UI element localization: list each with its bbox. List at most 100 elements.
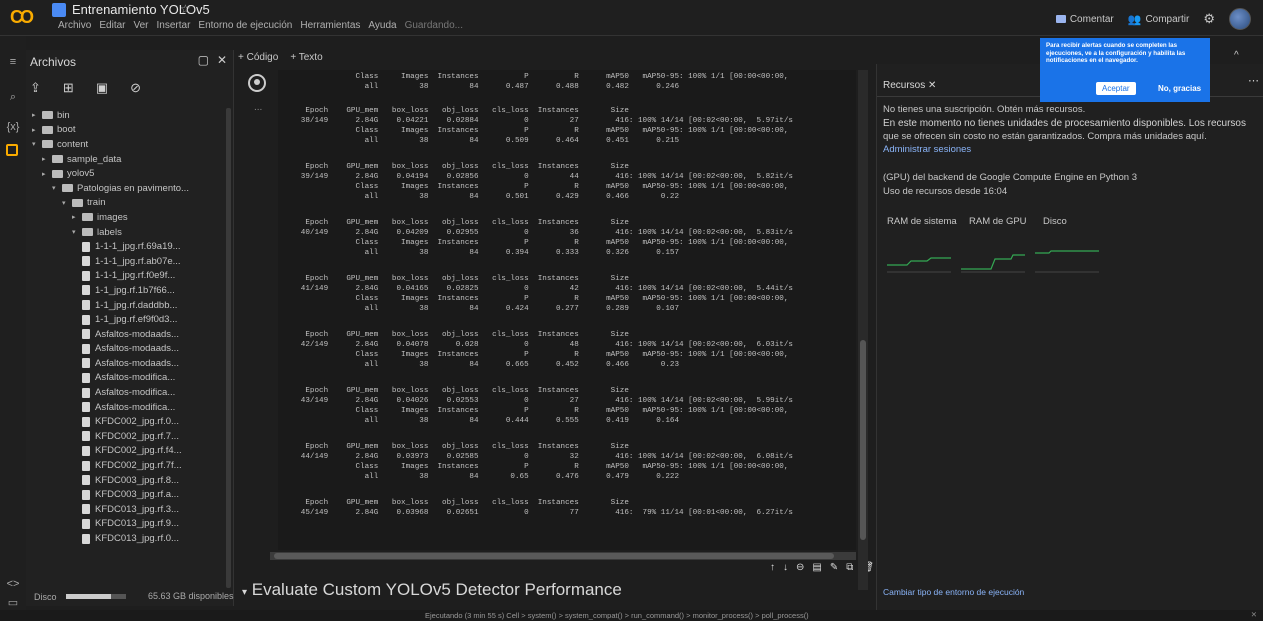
tree-file[interactable]: 1-1_jpg.rf.ef9f0d3... [26,312,226,327]
chevron-right-icon[interactable]: ▸ [42,155,50,163]
file-icon [82,329,90,340]
share-button[interactable]: 👥 Compartir [1128,13,1190,26]
code-snippets-icon[interactable]: <> [6,578,20,592]
chevron-down-icon[interactable]: ▾ [52,184,60,192]
tree-file[interactable]: Asfaltos-modaads... [26,327,226,342]
tree-file[interactable]: KFDC013_jpg.rf.9... [26,517,226,532]
execution-status: Ejecutando (3 min 55 s) Cell > system() … [425,611,809,620]
menu-item[interactable]: Herramientas [300,20,360,31]
menu-item[interactable]: Ver [133,20,148,31]
files-folder-icon[interactable] [6,144,18,156]
chevron-right-icon[interactable]: ▸ [32,126,40,134]
tree-file[interactable]: KFDC003_jpg.rf.8... [26,473,226,488]
backend-info: (GPU) del backend de Google Compute Engi… [883,172,1138,183]
menu-item[interactable]: Entorno de ejecución [198,20,292,31]
tree-folder[interactable]: ▾ train [26,196,226,211]
menu-item[interactable]: Archivo [58,20,91,31]
left-rail: ≡ ⌕ {x} <> ▭ [0,36,26,611]
tree-folder[interactable]: ▸ images [26,210,226,225]
tree-file[interactable]: 1-1-1_jpg.rf.f0e9f... [26,269,226,284]
variables-icon[interactable]: {x} [6,121,20,135]
new-window-icon[interactable]: ▢ [198,53,209,67]
more-options-icon[interactable]: ⋯ [1248,74,1259,87]
chevron-right-icon[interactable]: ▸ [32,111,40,119]
file-icon [82,475,90,486]
move-up-icon[interactable]: ↑ [770,562,775,573]
status-close-icon[interactable]: ✕ [1251,610,1257,619]
menu-icon[interactable]: ≡ [6,56,20,70]
upload-file-icon[interactable]: ⇪ [30,80,41,96]
tree-file[interactable]: 1-1-1_jpg.rf.69a19... [26,239,226,254]
colab-logo[interactable]: CO [10,7,40,27]
tree-item-label: Asfaltos-modaads... [95,357,179,369]
tree-file[interactable]: KFDC002_jpg.rf.7f... [26,458,226,473]
tree-file[interactable]: Asfaltos-modaads... [26,342,226,357]
collapse-chevron-icon[interactable]: ▾ [242,587,247,598]
output-menu-icon[interactable]: ... [254,102,262,113]
close-panel-icon[interactable]: ✕ [217,53,227,67]
hide-files-icon[interactable]: ⊘ [130,80,141,96]
tree-file[interactable]: KFDC013_jpg.rf.3... [26,502,226,517]
search-icon[interactable]: ⌕ [6,91,20,105]
new-folder-icon[interactable]: ⊞ [63,80,74,96]
star-icon[interactable]: ☆ [180,2,191,16]
resources-tab[interactable]: Recursos ✕ [883,80,936,91]
disk-gauge-label: Disco [1043,216,1067,227]
tree-folder[interactable]: ▸ bin [26,108,226,123]
tree-folder[interactable]: ▸ yolov5 [26,166,226,181]
tree-file[interactable]: 1-1_jpg.rf.1b7f66... [26,283,226,298]
drive-mount-icon[interactable]: ▣ [96,80,108,96]
popup-accept-button[interactable]: Aceptar [1096,82,1136,95]
notebook-scrollbar[interactable] [858,70,868,590]
chevron-right-icon[interactable]: ▸ [42,170,50,178]
tree-file[interactable]: Asfaltos-modifica... [26,371,226,386]
menu-item[interactable]: Insertar [157,20,191,31]
tree-file[interactable]: 1-1_jpg.rf.daddbb... [26,298,226,313]
tree-file[interactable]: KFDC002_jpg.rf.0... [26,414,226,429]
link-icon[interactable]: ⊖ [796,562,804,573]
settings-gear-icon[interactable]: ⚙ [1203,11,1215,27]
add-code-button[interactable]: + Código [238,52,278,63]
files-toolbar: ⇪ ⊞ ▣ ⊘ [30,80,141,96]
chevron-right-icon[interactable]: ▸ [72,213,80,221]
file-tree-scrollbar[interactable] [226,108,231,588]
move-down-icon[interactable]: ↓ [783,562,788,573]
chevron-down-icon[interactable]: ▾ [72,228,80,236]
chevron-down-icon[interactable]: ▾ [32,140,40,148]
section-heading[interactable]: ▾ Evaluate Custom YOLOv5 Detector Perfor… [242,580,622,600]
tree-file[interactable]: KFDC013_jpg.rf.0... [26,531,226,546]
tree-file[interactable]: 1-1-1_jpg.rf.ab07e... [26,254,226,269]
chevron-down-icon[interactable]: ▾ [62,199,70,207]
tree-folder[interactable]: ▾ Patologias en pavimento... [26,181,226,196]
tree-file[interactable]: Asfaltos-modifica... [26,385,226,400]
popup-decline-button[interactable]: No, gracias [1158,84,1201,93]
notebook-scroll-thumb[interactable] [860,340,866,540]
output-horizontal-scrollbar[interactable] [270,552,856,560]
tree-file[interactable]: KFDC002_jpg.rf.f4... [26,444,226,459]
tree-file[interactable]: Asfaltos-modifica... [26,400,226,415]
account-avatar[interactable] [1229,8,1251,30]
tree-file[interactable]: KFDC003_jpg.rf.a... [26,487,226,502]
tree-folder[interactable]: ▸ sample_data [26,152,226,167]
edit-icon[interactable]: ✎ [830,562,838,573]
comment-button[interactable]: Comentar [1055,14,1114,25]
file-icon [82,416,90,427]
collapse-header-icon[interactable]: ^ [1234,50,1239,61]
tree-file[interactable]: KFDC002_jpg.rf.7... [26,429,226,444]
menu-item[interactable]: Editar [99,20,125,31]
add-text-button[interactable]: + Texto [290,52,322,63]
tree-file[interactable]: Asfaltos-modaads... [26,356,226,371]
file-icon [82,343,90,354]
comment-cell-icon[interactable]: ▤ [812,562,821,573]
stop-cell-button[interactable] [248,74,266,92]
terminal-icon[interactable]: ▭ [6,596,20,610]
tree-folder[interactable]: ▾ content [26,137,226,152]
change-runtime-link[interactable]: Cambiar tipo de entorno de ejecución [883,587,1024,597]
mirror-cell-icon[interactable]: ⧉ [846,562,853,573]
output-hscroll-thumb[interactable] [274,553,834,559]
tree-folder[interactable]: ▾ labels [26,225,226,240]
tree-item-label: 1-1-1_jpg.rf.69a19... [95,241,181,253]
menu-item[interactable]: Ayuda [368,20,396,31]
manage-sessions-link[interactable]: Administrar sesiones [883,144,971,155]
tree-folder[interactable]: ▸ boot [26,123,226,138]
